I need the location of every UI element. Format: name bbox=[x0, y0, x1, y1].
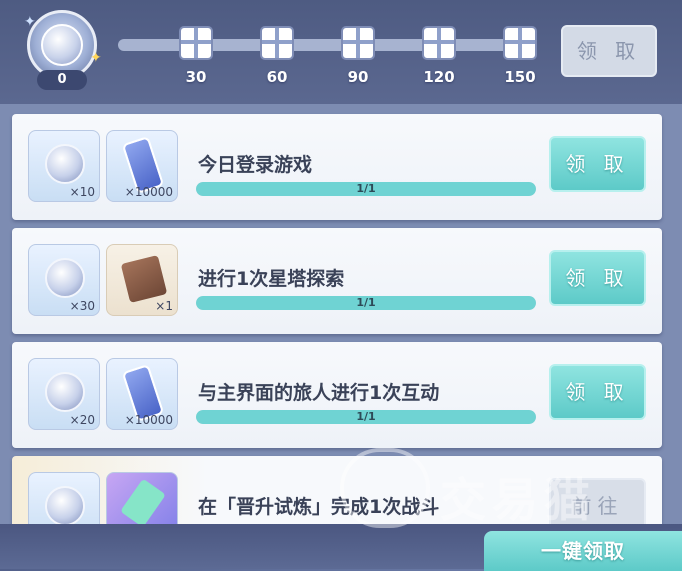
task-progress-bar: 1/1 bbox=[196, 296, 536, 310]
sparkle-icon: ✦ bbox=[90, 50, 102, 66]
task-list[interactable]: ×10 ×10000 今日登录游戏 1/1 领 取 ×30 ×1 进行1次星塔探… bbox=[0, 104, 682, 524]
milestone-90[interactable]: 90 bbox=[334, 26, 382, 86]
star-coin-icon bbox=[45, 372, 85, 412]
milestone-150[interactable]: 150 bbox=[496, 26, 544, 86]
task-claim-button[interactable]: 领 取 bbox=[549, 364, 646, 420]
activity-header: ✦ ✦ 0 30 60 90 120 150 领 取 bbox=[0, 0, 682, 104]
milestone-60[interactable]: 60 bbox=[253, 26, 301, 86]
milestone-label: 150 bbox=[504, 68, 536, 86]
task-row: ×10 ×10000 今日登录游戏 1/1 领 取 bbox=[12, 114, 662, 220]
task-progress-text: 1/1 bbox=[356, 296, 376, 309]
gift-box-icon bbox=[260, 26, 294, 60]
milestone-120[interactable]: 120 bbox=[415, 26, 463, 86]
gift-box-icon bbox=[179, 26, 213, 60]
gift-box-icon bbox=[503, 26, 537, 60]
milestone-label: 30 bbox=[185, 68, 207, 86]
reward-quantity: ×10 bbox=[69, 185, 95, 199]
reward-slot[interactable] bbox=[106, 472, 178, 524]
star-coin-icon bbox=[45, 258, 85, 298]
reward-quantity: ×20 bbox=[69, 413, 95, 427]
reward-slot[interactable]: ×1 bbox=[106, 244, 178, 316]
task-progress-text: 1/1 bbox=[356, 410, 376, 423]
reward-slot[interactable]: ×10000 bbox=[106, 358, 178, 430]
sparkle-icon: ✦ bbox=[24, 14, 36, 30]
milestone-label: 60 bbox=[266, 68, 288, 86]
task-goto-button[interactable]: 前往 bbox=[549, 478, 646, 524]
task-row: ×20 ×10000 与主界面的旅人进行1次互动 1/1 领 取 bbox=[12, 342, 662, 448]
task-claim-button[interactable]: 领 取 bbox=[549, 136, 646, 192]
task-progress-bar: 1/1 bbox=[196, 410, 536, 424]
milestone-label: 90 bbox=[347, 68, 369, 86]
reward-slot[interactable]: ×30 bbox=[28, 244, 100, 316]
task-title: 与主界面的旅人进行1次互动 bbox=[198, 382, 440, 404]
reward-quantity: ×30 bbox=[69, 299, 95, 313]
milestone-claim-button[interactable]: 领 取 bbox=[561, 25, 657, 77]
reward-quantity: ×10000 bbox=[124, 185, 173, 199]
reward-slot[interactable] bbox=[28, 472, 100, 524]
reward-quantity: ×10000 bbox=[124, 413, 173, 427]
task-progress-text: 1/1 bbox=[356, 182, 376, 195]
activity-points-value: 0 bbox=[37, 70, 87, 90]
task-row: ×30 ×1 进行1次星塔探索 1/1 领 取 bbox=[12, 228, 662, 334]
milestone-label: 120 bbox=[423, 68, 455, 86]
crystal-icon bbox=[120, 478, 166, 524]
reward-quantity: ×1 bbox=[155, 299, 173, 313]
star-coin-icon bbox=[45, 144, 85, 184]
milestone-30[interactable]: 30 bbox=[172, 26, 220, 86]
gift-box-icon bbox=[341, 26, 375, 60]
task-title: 进行1次星塔探索 bbox=[198, 268, 345, 290]
reward-slot[interactable]: ×10000 bbox=[106, 130, 178, 202]
star-coin-icon bbox=[45, 486, 85, 524]
reward-slot[interactable]: ×20 bbox=[28, 358, 100, 430]
task-row: 在「晋升试炼」完成1次战斗 前往 bbox=[12, 456, 662, 524]
gift-box-icon bbox=[422, 26, 456, 60]
task-claim-button[interactable]: 领 取 bbox=[549, 250, 646, 306]
book-icon bbox=[120, 254, 168, 304]
reward-slot[interactable]: ×10 bbox=[28, 130, 100, 202]
task-progress-bar: 1/1 bbox=[196, 182, 536, 196]
task-title: 今日登录游戏 bbox=[198, 154, 313, 176]
claim-all-button[interactable]: 一键领取 bbox=[484, 531, 682, 571]
task-title: 在「晋升试炼」完成1次战斗 bbox=[198, 496, 440, 518]
